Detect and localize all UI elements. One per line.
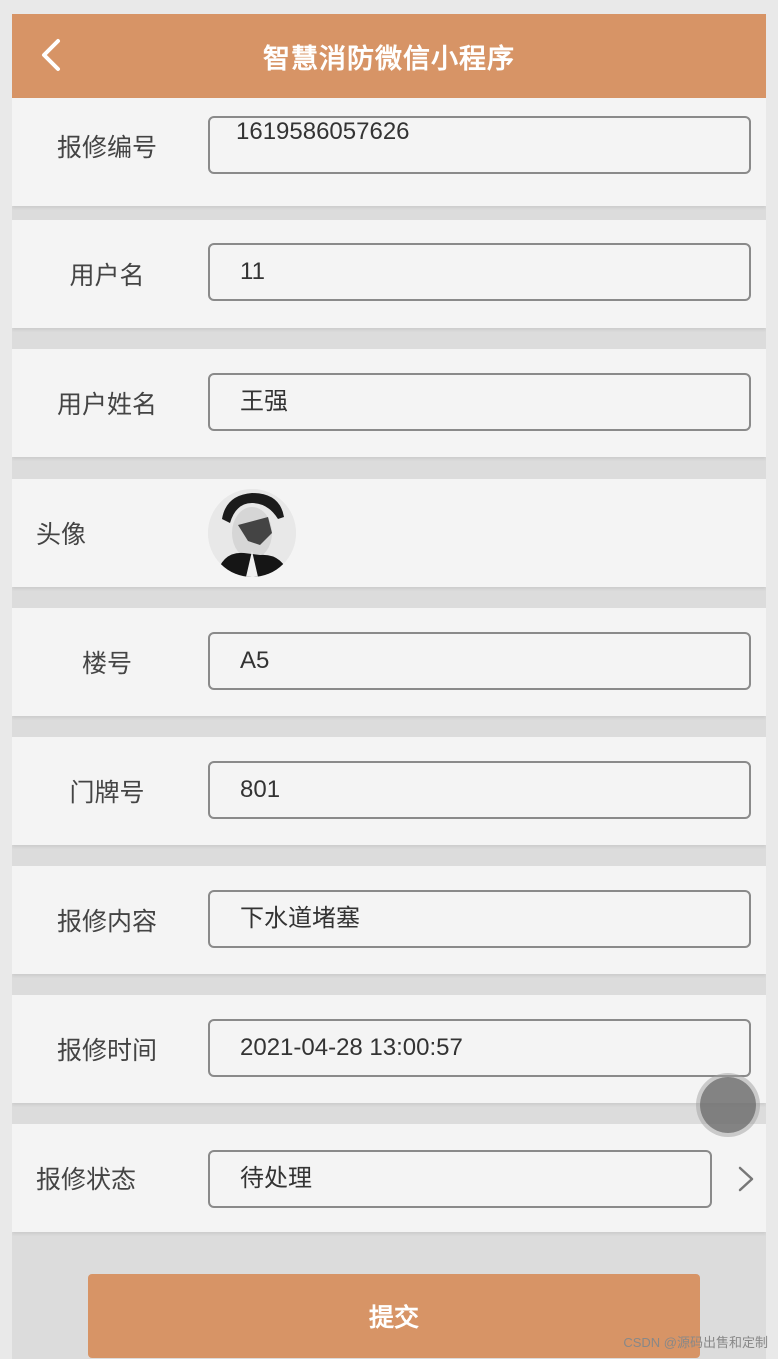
- avatar-image: [208, 489, 296, 577]
- form-row-door-no: 门牌号 801: [12, 737, 766, 845]
- form-row-building: 楼号 A5: [12, 608, 766, 716]
- form-row-repair-no: 报修编号 1619586057626: [12, 98, 766, 206]
- watermark: CSDN @源码出售和定制: [623, 1335, 768, 1350]
- status-label: 报修状态: [36, 1166, 137, 1194]
- building-label: 楼号: [81, 650, 132, 678]
- status-select[interactable]: 待处理: [208, 1150, 712, 1208]
- door-no-label: 门牌号: [69, 779, 145, 807]
- form-row-real-name: 用户姓名 王强: [12, 349, 766, 457]
- app-screen: 智慧消防微信小程序 报修编号 1619586057626 用户名 11 用户姓名…: [12, 14, 766, 1359]
- nav-bar: 智慧消防微信小程序: [12, 14, 766, 98]
- chevron-left-icon: [42, 39, 60, 71]
- form-row-avatar: 头像: [12, 479, 766, 587]
- back-button[interactable]: [28, 32, 74, 78]
- form-row-time: 报修时间 2021-04-28 13:00:57: [12, 995, 766, 1103]
- form-row-content: 报修内容 下水道堵塞: [12, 866, 766, 974]
- form-row-status: 报修状态 待处理: [12, 1124, 766, 1232]
- page-title: 智慧消防微信小程序: [263, 43, 515, 74]
- avatar[interactable]: [208, 489, 296, 577]
- username-field[interactable]: 11: [208, 243, 751, 301]
- content-label: 报修内容: [56, 908, 157, 936]
- time-label: 报修时间: [56, 1037, 157, 1065]
- form-row-username: 用户名 11: [12, 220, 766, 328]
- door-no-field[interactable]: 801: [208, 761, 751, 819]
- repair-no-label: 报修编号: [56, 134, 157, 162]
- avatar-label: 头像: [36, 521, 87, 549]
- username-label: 用户名: [69, 262, 145, 290]
- chevron-right-icon[interactable]: [734, 1164, 758, 1194]
- real-name-field[interactable]: 王强: [208, 373, 751, 431]
- content-field[interactable]: 下水道堵塞: [208, 890, 751, 948]
- touch-indicator: [700, 1077, 756, 1133]
- repair-no-field[interactable]: 1619586057626: [208, 116, 751, 174]
- building-field[interactable]: A5: [208, 632, 751, 690]
- real-name-label: 用户姓名: [56, 391, 157, 419]
- time-field[interactable]: 2021-04-28 13:00:57: [208, 1019, 751, 1077]
- submit-button[interactable]: 提交: [88, 1274, 700, 1358]
